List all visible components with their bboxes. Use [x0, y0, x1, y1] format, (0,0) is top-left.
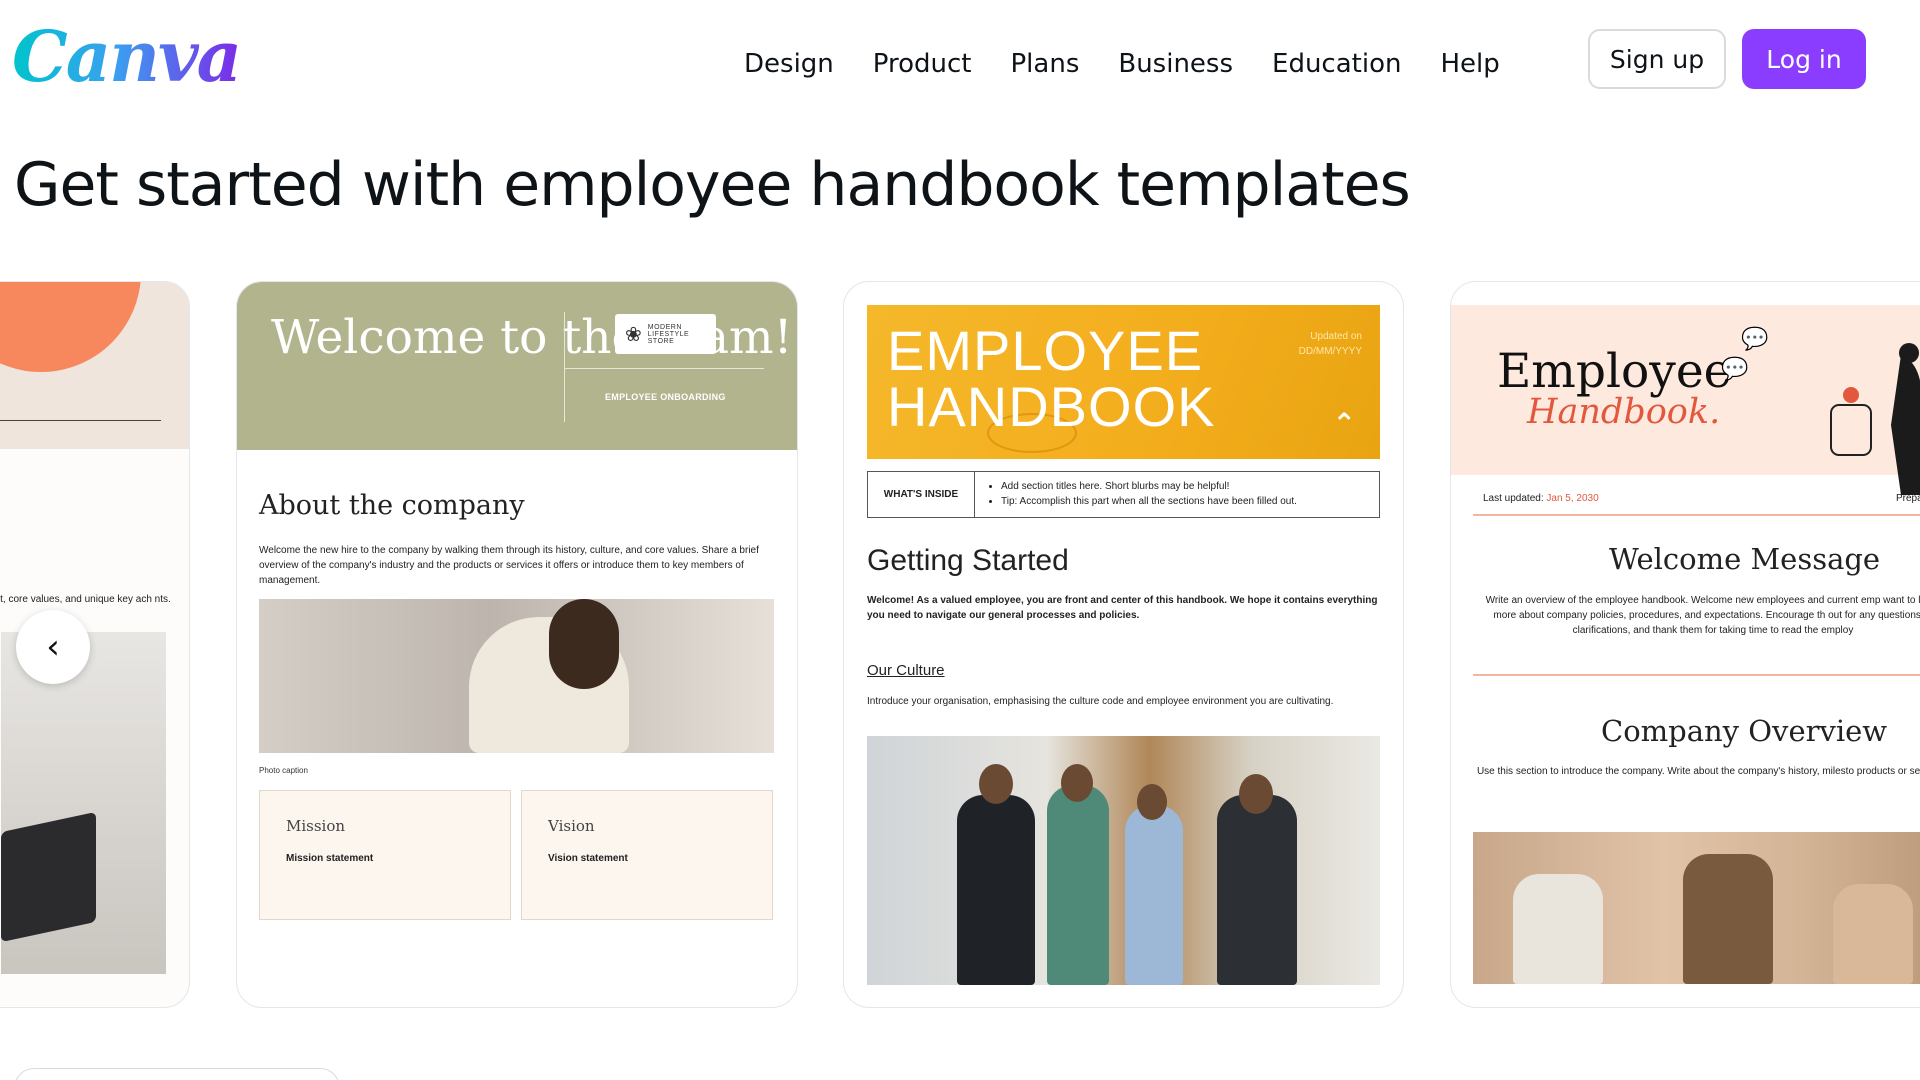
nav-plans[interactable]: Plans	[1011, 46, 1080, 82]
person-hair	[549, 599, 619, 689]
template-card-handbook-peach[interactable]: Employee Handbook. 💬 💬 Last updated: Jan…	[1450, 281, 1920, 1008]
page-title: Get started with employee handbook templ…	[14, 150, 1411, 220]
mission-title: Mission	[286, 817, 346, 835]
vision-box: Vision Vision statement	[521, 790, 773, 920]
culture-title: Our Culture	[867, 662, 945, 679]
handbook-title-2: Handbook.	[1527, 392, 1721, 432]
handbook-title-1: Employee	[1497, 344, 1732, 399]
welcome-title: Welcome Message	[1609, 542, 1881, 576]
person-figure	[1833, 884, 1913, 984]
person-figure	[957, 795, 1035, 985]
vision-title: Vision	[548, 817, 595, 835]
brand-logo: ❀ MODERN LIFESTYLE STORE	[615, 314, 716, 354]
nav-education[interactable]: Education	[1272, 46, 1401, 82]
template-card-employee-handbook[interactable]: EMPLOYEE HANDBOOK Updated on DD/MM/YYYY …	[843, 281, 1404, 1008]
carousel-prev-button[interactable]: ‹	[16, 610, 90, 684]
nav-product[interactable]: Product	[873, 46, 972, 82]
template-card-welcome[interactable]: Welcome to the team! ❀ MODERN LIFESTYLE …	[236, 281, 798, 1008]
card-header: Employee Handbook. 💬 💬	[1451, 305, 1920, 495]
nav-design[interactable]: Design	[744, 46, 834, 82]
divider	[564, 368, 764, 369]
culture-text: Introduce your organisation, emphasising…	[867, 696, 1334, 707]
laptop-image	[1, 811, 96, 943]
divider	[1473, 514, 1920, 516]
photo-caption: Photo caption	[259, 766, 308, 775]
section-text: Welcome! As a valued employee, you are f…	[867, 595, 1378, 621]
card-header: EMPLOYEE HANDBOOK Updated on DD/MM/YYYY …	[867, 305, 1380, 459]
whats-inside-box: WHAT'S INSIDE Add section titles here. S…	[867, 471, 1380, 518]
updated-date: Updated on DD/MM/YYYY	[1298, 331, 1362, 357]
mission-box: Mission Mission statement	[259, 790, 511, 920]
welcome-text: Write an overview of the employee handbo…	[1485, 595, 1920, 636]
person-head	[1239, 774, 1273, 814]
divider	[564, 312, 565, 422]
onboarding-tag: EMPLOYEE ONBOARDING	[605, 392, 726, 402]
vision-text: Vision statement	[548, 853, 628, 864]
whats-inside-label: WHAT'S INSIDE	[868, 472, 975, 517]
list-item: Tip: Accomplish this part when all the s…	[1001, 494, 1297, 509]
card-text: ent, core values, and unique key ach nts…	[0, 594, 171, 605]
filter-pill[interactable]	[14, 1068, 340, 1080]
whats-inside-list: Add section titles here. Short blurbs ma…	[975, 472, 1297, 517]
team-photo	[1473, 832, 1920, 984]
handbook-title: EMPLOYEE HANDBOOK	[887, 319, 1216, 438]
speech-bubble-icon: 💬	[1741, 327, 1769, 352]
mission-text: Mission statement	[286, 853, 374, 864]
chevron-left-icon: ‹	[46, 627, 60, 667]
divider	[1473, 674, 1920, 676]
overview-text: Use this section to introduce the compan…	[1476, 766, 1920, 777]
person-head	[1061, 764, 1093, 802]
canva-logo[interactable]: Canva	[12, 22, 242, 92]
nav-business[interactable]: Business	[1118, 46, 1233, 82]
illustration	[1830, 343, 1920, 495]
card-header: Welcome to the team! ❀ MODERN LIFESTYLE …	[237, 282, 797, 450]
section-title: About the company	[259, 490, 525, 521]
last-updated: Last updated: Jan 5, 2030	[1483, 493, 1599, 504]
section-text: Welcome the new hire to the company by w…	[259, 545, 759, 586]
card-photo	[259, 599, 774, 753]
person-head	[1137, 784, 1167, 820]
person-figure	[1683, 854, 1773, 984]
team-photo	[867, 736, 1380, 985]
section-title: Getting Started	[867, 544, 1069, 577]
overview-title: Company Overview	[1601, 714, 1888, 748]
flower-icon: ❀	[625, 322, 642, 346]
person-figure	[1217, 795, 1297, 985]
person-head	[979, 764, 1013, 804]
chevron-up-icon: ⌃	[1332, 407, 1356, 440]
signup-button[interactable]: Sign up	[1588, 29, 1726, 89]
speech-bubble-icon: 💬	[1721, 357, 1749, 382]
login-button[interactable]: Log in	[1742, 29, 1866, 89]
main-nav: Design Product Plans Business Education …	[744, 46, 1539, 82]
person-figure	[1513, 874, 1603, 984]
person-figure	[1125, 805, 1183, 985]
person-figure	[1047, 785, 1109, 985]
nav-help[interactable]: Help	[1440, 46, 1499, 82]
brand-name: MODERN LIFESTYLE STORE	[647, 323, 690, 345]
divider	[0, 420, 161, 421]
prepared-label: Prepared	[1896, 493, 1920, 504]
list-item: Add section titles here. Short blurbs ma…	[1001, 479, 1297, 494]
